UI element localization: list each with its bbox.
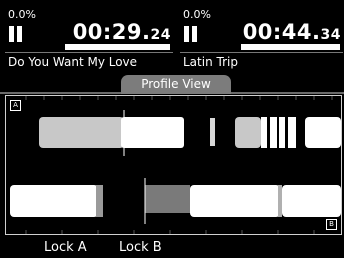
deck-a-progress-fill — [8, 44, 65, 50]
lock-b-button[interactable]: Lock B — [119, 240, 162, 255]
footer-bar: Lock A Lock B — [0, 236, 344, 258]
deck-b-time-frac: 34 — [320, 27, 341, 43]
deck-a-time-frac: 24 — [150, 27, 171, 43]
profile-view-panel[interactable]: A B — [5, 95, 342, 235]
deck-b-progress-bar[interactable] — [183, 44, 340, 50]
marker-a-label: A — [10, 100, 21, 111]
pause-icon[interactable] — [184, 26, 200, 42]
track-b-profile — [10, 185, 341, 217]
waveform-profile — [10, 96, 341, 234]
tab-profile-view[interactable]: Profile View — [121, 75, 231, 94]
deck-a-progress-bar[interactable] — [8, 44, 170, 50]
deck-a-time: 00:29.24 — [73, 20, 171, 44]
deck-b-percent: 0.0% — [183, 8, 211, 21]
deck-a: 0.0% 00:29.24 Do You Want My Love — [5, 6, 173, 72]
pause-icon[interactable] — [9, 26, 25, 42]
deck-b-time: 00:44.34 — [243, 20, 341, 44]
deck-a-percent: 0.0% — [8, 8, 36, 21]
ruler-ticks-top — [25, 96, 333, 100]
ruler-ticks-bottom — [25, 230, 315, 234]
deck-a-track-title: Do You Want My Love — [5, 52, 173, 73]
deck-b-track-title: Latin Trip — [180, 52, 343, 73]
track-a-profile — [39, 117, 341, 148]
marker-b-label: B — [326, 219, 337, 230]
deck-b-time-main: 00:44. — [242, 20, 321, 44]
deck-b-progress-fill — [183, 44, 242, 50]
deck-b: 0.0% 00:44.34 Latin Trip — [180, 6, 343, 72]
lock-a-button[interactable]: Lock A — [44, 240, 87, 255]
deck-a-time-main: 00:29. — [72, 20, 151, 44]
